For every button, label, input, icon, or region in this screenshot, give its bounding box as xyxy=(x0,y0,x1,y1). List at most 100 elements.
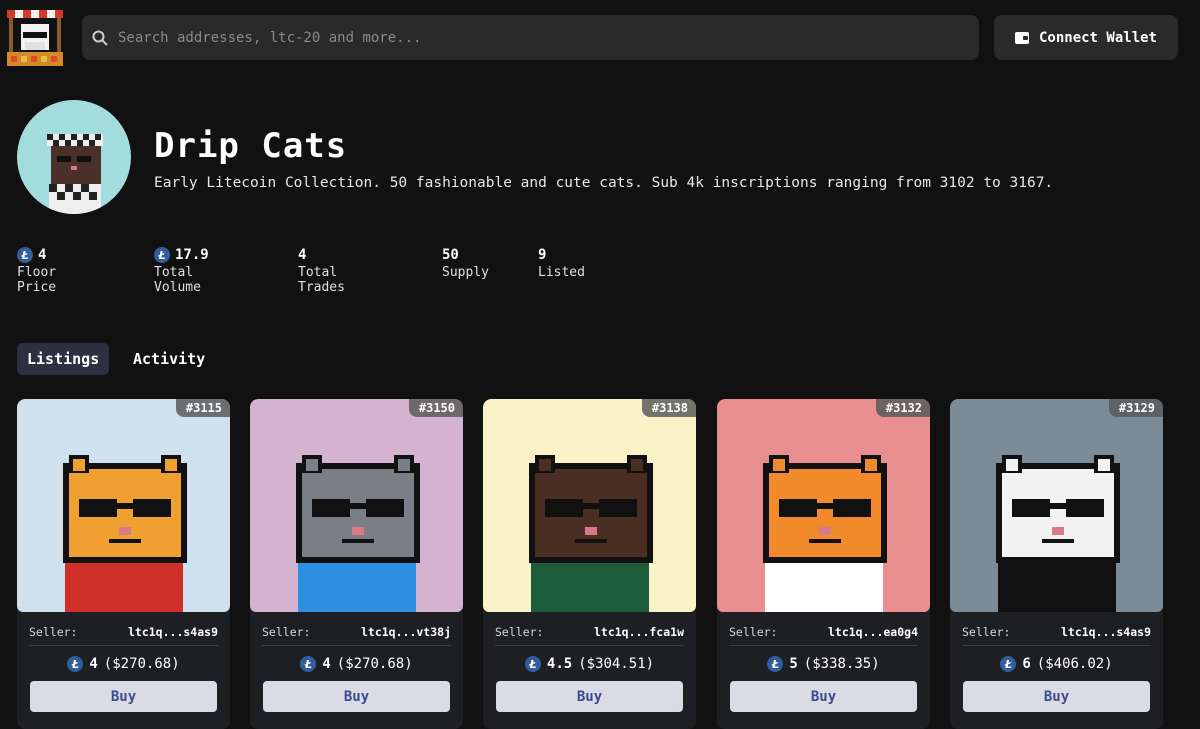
price-amount: 4 xyxy=(89,656,98,672)
connect-wallet-label: Connect Wallet xyxy=(1038,29,1157,46)
cat-eye-left xyxy=(779,499,817,517)
price: Ł 4 ($270.68) xyxy=(250,654,463,674)
price: Ł 5 ($338.35) xyxy=(717,654,930,674)
divider xyxy=(495,645,684,646)
listing-card[interactable]: #3132 Seller: ltc1q...ea0g4 Ł 5 ($338.35) B… xyxy=(717,399,930,729)
stat-listed: 9 Listed xyxy=(538,246,585,280)
divider xyxy=(29,645,218,646)
cat-mouth xyxy=(109,539,141,543)
cat-mouth xyxy=(575,539,607,543)
collection-description: Early Litecoin Collection. 50 fashionabl… xyxy=(154,175,1054,191)
cat-body xyxy=(531,559,649,612)
litecoin-icon: Ł xyxy=(767,656,784,672)
stat-label: Floor Price xyxy=(17,265,57,295)
listing-card[interactable]: #3129 Seller: ltc1q...s4as9 Ł 6 ($406.02) B… xyxy=(950,399,1163,729)
litecoin-icon: Ł xyxy=(154,247,170,263)
listing-card[interactable]: #3150 Seller: ltc1q...vt38j Ł 4 ($270.68) B… xyxy=(250,399,463,729)
cat-ear-left-inner xyxy=(306,459,318,471)
listing-card[interactable]: #3115 Seller: ltc1q...s4as9 Ł 4 ($270.68) B… xyxy=(17,399,230,729)
tab-activity[interactable]: Activity xyxy=(123,343,215,375)
nft-image[interactable] xyxy=(950,399,1163,612)
buy-button[interactable]: Buy xyxy=(496,681,683,712)
seller-label: Seller: xyxy=(262,625,311,639)
tab-listings[interactable]: Listings xyxy=(17,343,110,375)
cat-eye-right xyxy=(366,499,404,517)
stat-label: Total Trades xyxy=(298,265,345,295)
seller-label: Seller: xyxy=(729,625,778,639)
seller-address[interactable]: ltc1q...vt38j xyxy=(361,625,451,639)
cat-nose xyxy=(819,527,831,535)
cat-ear-left-inner xyxy=(73,459,85,471)
price-amount: 6 xyxy=(1022,656,1031,672)
buy-button[interactable]: Buy xyxy=(963,681,1150,712)
price-usd: ($270.68) xyxy=(336,656,413,672)
search-icon xyxy=(92,30,108,46)
seller-address[interactable]: ltc1q...ea0g4 xyxy=(828,625,918,639)
search-input[interactable] xyxy=(118,15,979,60)
nft-image[interactable] xyxy=(483,399,696,612)
cat-eye-left xyxy=(1012,499,1050,517)
cat-eye-right xyxy=(133,499,171,517)
inscription-number: #3129 xyxy=(1108,399,1163,417)
inscription-number: #3138 xyxy=(641,399,696,417)
cat-nose xyxy=(1052,527,1064,535)
nft-image[interactable] xyxy=(717,399,930,612)
price: Ł 6 ($406.02) xyxy=(950,654,1163,674)
stat-value: 4 xyxy=(38,247,47,263)
cat-eyewear-bridge xyxy=(350,503,366,509)
litecoin-icon: Ł xyxy=(300,656,317,672)
cat-ear-left-inner xyxy=(773,459,785,471)
seller-address[interactable]: ltc1q...fca1w xyxy=(594,625,684,639)
search-bar[interactable] xyxy=(82,15,979,60)
inscription-number: #3150 xyxy=(408,399,463,417)
cat-nose xyxy=(585,527,597,535)
divider xyxy=(729,645,918,646)
price-usd: ($270.68) xyxy=(103,656,180,672)
cat-eye-left xyxy=(79,499,117,517)
stat-value: 50 xyxy=(442,247,459,263)
cat-ear-right-inner xyxy=(398,459,410,471)
nft-image[interactable] xyxy=(17,399,230,612)
price-amount: 4.5 xyxy=(546,656,573,672)
listing-card[interactable]: #3138 Seller: ltc1q...fca1w Ł 4.5 ($304.51)… xyxy=(483,399,696,729)
price-usd: ($338.35) xyxy=(803,656,880,672)
price-usd: ($304.51) xyxy=(578,656,655,672)
collection-title: Drip Cats xyxy=(154,126,348,166)
stat-label: Total Volume xyxy=(154,265,201,295)
buy-button[interactable]: Buy xyxy=(30,681,217,712)
cat-ear-right-inner xyxy=(165,459,177,471)
cat-ear-left-inner xyxy=(1006,459,1018,471)
cat-body xyxy=(765,559,883,612)
cat-eyewear-bridge xyxy=(817,503,833,509)
divider xyxy=(962,645,1151,646)
cat-mouth xyxy=(1042,539,1074,543)
litecoin-icon: Ł xyxy=(1000,656,1017,672)
cat-ear-right-inner xyxy=(631,459,643,471)
cat-eye-left xyxy=(545,499,583,517)
seller-address[interactable]: ltc1q...s4as9 xyxy=(1061,625,1151,639)
stat-total-volume: Ł 17.9 Total Volume xyxy=(154,246,209,295)
stat-total-trades: 4 Total Trades xyxy=(298,246,345,295)
seller-label: Seller: xyxy=(962,625,1011,639)
cat-body xyxy=(998,559,1116,612)
listings-grid: #3115 Seller: ltc1q...s4as9 Ł 4 ($270.68) B… xyxy=(17,399,1177,729)
price-amount: 5 xyxy=(789,656,798,672)
cat-eyewear-bridge xyxy=(117,503,133,509)
collection-avatar xyxy=(17,100,131,214)
buy-button[interactable]: Buy xyxy=(263,681,450,712)
price-amount: 4 xyxy=(322,656,331,672)
cat-body xyxy=(65,559,183,612)
price: Ł 4 ($270.68) xyxy=(17,654,230,674)
seller-address[interactable]: ltc1q...s4as9 xyxy=(128,625,218,639)
buy-button[interactable]: Buy xyxy=(730,681,917,712)
seller-label: Seller: xyxy=(495,625,544,639)
cat-eye-right xyxy=(599,499,637,517)
stat-value: 17.9 xyxy=(175,247,209,263)
litecoin-icon: Ł xyxy=(524,656,541,672)
stat-value: 9 xyxy=(538,247,547,263)
site-logo[interactable] xyxy=(3,4,67,72)
inscription-number: #3132 xyxy=(875,399,930,417)
stat-floor-price: Ł4 Floor Price xyxy=(17,246,56,295)
connect-wallet-button[interactable]: Connect Wallet xyxy=(994,15,1178,60)
nft-image[interactable] xyxy=(250,399,463,612)
